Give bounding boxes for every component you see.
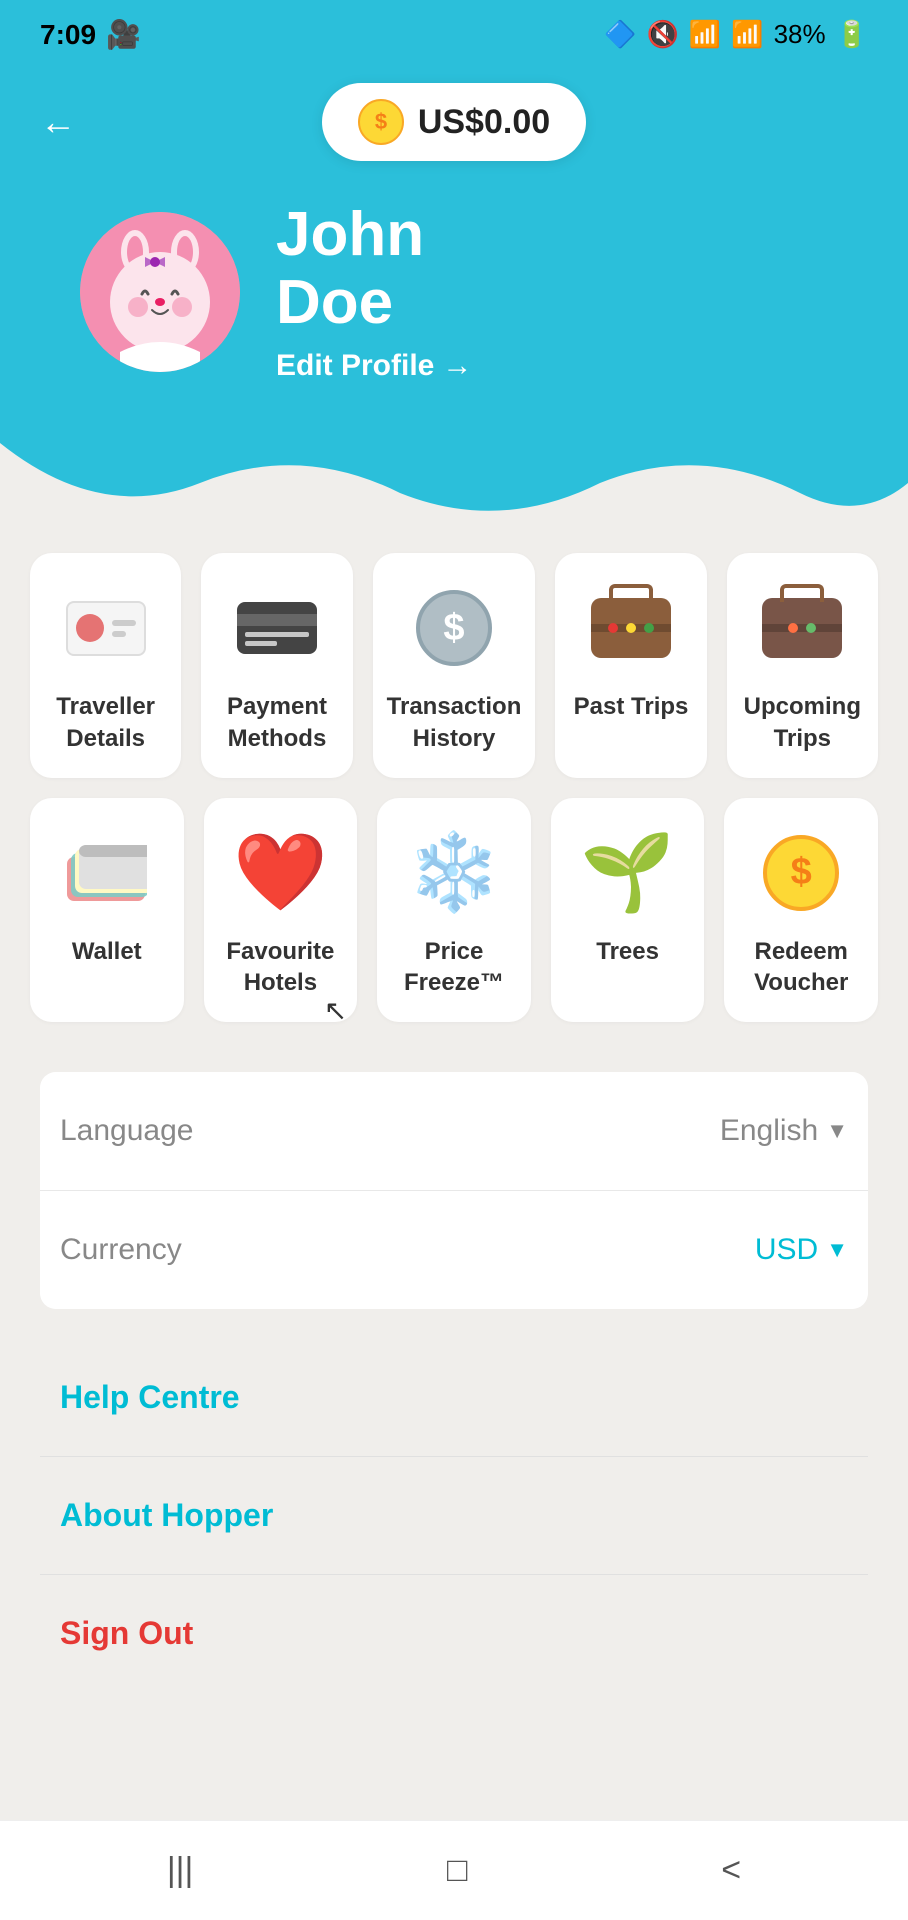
language-dropdown-icon: ▼ bbox=[826, 1118, 848, 1144]
price-freeze-label: PriceFreeze™ bbox=[404, 936, 504, 998]
battery-icon: 🔋 bbox=[836, 19, 868, 50]
upcoming-trips-icon bbox=[757, 583, 847, 673]
past-trips-label: Past Trips bbox=[574, 691, 689, 722]
transaction-history-label: TransactionHistory bbox=[387, 691, 522, 753]
wifi-icon: 📶 bbox=[689, 19, 721, 50]
currency-label: Currency bbox=[60, 1233, 182, 1267]
first-name: John bbox=[276, 200, 424, 269]
price-freeze-icon: ❄️ bbox=[409, 828, 499, 918]
bottom-navigation: ||| □ < bbox=[0, 1820, 908, 1920]
time-display: 7:09 bbox=[40, 19, 96, 51]
wave-divider bbox=[0, 443, 908, 523]
menu-item-payment-methods[interactable]: PaymentMethods bbox=[201, 553, 352, 777]
language-value: English ▼ bbox=[720, 1114, 848, 1148]
edit-profile-label: Edit Profile bbox=[276, 349, 434, 383]
redeem-voucher-icon: $ bbox=[756, 828, 846, 918]
payment-methods-label: PaymentMethods bbox=[227, 691, 327, 753]
menu-grid-row2: Wallet ❤️ FavouriteHotels ❄️ PriceFreeze… bbox=[30, 798, 878, 1022]
coin-icon: $ bbox=[358, 99, 404, 145]
mute-icon: 🔇 bbox=[646, 19, 678, 50]
menu-item-past-trips[interactable]: Past Trips bbox=[555, 553, 706, 777]
menu-item-traveller-details[interactable]: TravellerDetails bbox=[30, 553, 181, 777]
menu-item-upcoming-trips[interactable]: UpcomingTrips bbox=[727, 553, 878, 777]
menu-item-redeem-voucher[interactable]: $ RedeemVoucher bbox=[724, 798, 878, 1022]
menu-item-trees[interactable]: 🌱 Trees bbox=[551, 798, 705, 1022]
wallet-label: Wallet bbox=[72, 936, 142, 967]
about-hopper-link: About Hopper bbox=[60, 1497, 273, 1533]
redeem-voucher-label: RedeemVoucher bbox=[754, 936, 848, 998]
nav-back-icon[interactable]: < bbox=[721, 1851, 741, 1890]
avatar-image bbox=[80, 212, 240, 372]
balance-amount: US$0.00 bbox=[418, 103, 550, 142]
about-hopper-row[interactable]: About Hopper bbox=[40, 1457, 868, 1575]
currency-selected: USD bbox=[755, 1233, 818, 1267]
menu-item-price-freeze[interactable]: ❄️ PriceFreeze™ bbox=[377, 798, 531, 1022]
currency-row[interactable]: Currency USD ▼ bbox=[40, 1191, 868, 1309]
sign-out-link: Sign Out bbox=[60, 1615, 193, 1651]
favourite-hotels-icon: ❤️ bbox=[235, 828, 325, 918]
currency-value: USD ▼ bbox=[755, 1233, 848, 1267]
links-section: Help Centre About Hopper Sign Out bbox=[0, 1319, 908, 1712]
settings-section: Language English ▼ Currency USD ▼ bbox=[0, 1062, 908, 1319]
edit-profile-button[interactable]: Edit Profile → bbox=[276, 349, 472, 383]
nav-menu-icon[interactable]: ||| bbox=[167, 1851, 194, 1890]
profile-name: John Doe bbox=[276, 201, 472, 337]
favourite-hotels-label: FavouriteHotels bbox=[226, 936, 334, 998]
back-button[interactable]: ← bbox=[40, 101, 76, 143]
help-centre-link: Help Centre bbox=[60, 1379, 240, 1415]
upcoming-trips-label: UpcomingTrips bbox=[744, 691, 861, 753]
menu-grid-row1: TravellerDetails PaymentMethods $ bbox=[30, 553, 878, 777]
bluetooth-icon: 🔷 bbox=[604, 19, 636, 50]
header-section: ← $ US$0.00 bbox=[0, 63, 908, 443]
traveller-details-icon bbox=[61, 583, 151, 673]
trees-icon: 🌱 bbox=[583, 828, 673, 918]
profile-section: John Doe Edit Profile → bbox=[40, 201, 868, 443]
sign-out-row[interactable]: Sign Out bbox=[40, 1575, 868, 1692]
traveller-details-label: TravellerDetails bbox=[56, 691, 155, 753]
past-trips-icon bbox=[586, 583, 676, 673]
avatar bbox=[80, 212, 240, 372]
balance-pill[interactable]: $ US$0.00 bbox=[322, 83, 586, 161]
battery-display: 38% bbox=[774, 19, 826, 50]
signal-icon: 📶 bbox=[731, 19, 763, 50]
camera-icon: 🎥 bbox=[106, 18, 141, 51]
status-time: 7:09 🎥 bbox=[40, 18, 141, 51]
trees-label: Trees bbox=[596, 936, 659, 967]
last-name: Doe bbox=[276, 268, 393, 337]
menu-item-favourite-hotels[interactable]: ❤️ FavouriteHotels bbox=[204, 798, 358, 1022]
profile-info: John Doe Edit Profile → bbox=[276, 201, 472, 383]
transaction-history-icon: $ bbox=[409, 583, 499, 673]
language-row[interactable]: Language English ▼ bbox=[40, 1072, 868, 1191]
menu-item-wallet[interactable]: Wallet bbox=[30, 798, 184, 1022]
language-label: Language bbox=[60, 1114, 193, 1148]
back-icon: ← bbox=[40, 101, 76, 142]
menu-item-transaction-history[interactable]: $ TransactionHistory bbox=[373, 553, 536, 777]
wallet-icon bbox=[62, 828, 152, 918]
top-bar: ← $ US$0.00 bbox=[40, 83, 868, 161]
status-bar: 7:09 🎥 🔷 🔇 📶 📶 38% 🔋 bbox=[0, 0, 908, 63]
language-selected: English bbox=[720, 1114, 818, 1148]
currency-dropdown-icon: ▼ bbox=[826, 1237, 848, 1263]
grid-section: TravellerDetails PaymentMethods $ bbox=[0, 523, 908, 1062]
edit-profile-arrow: → bbox=[442, 349, 472, 383]
status-icons: 🔷 🔇 📶 📶 38% 🔋 bbox=[604, 19, 868, 50]
svg-text:$: $ bbox=[375, 109, 387, 134]
payment-methods-icon bbox=[232, 583, 322, 673]
help-centre-row[interactable]: Help Centre bbox=[40, 1339, 868, 1457]
nav-home-icon[interactable]: □ bbox=[447, 1851, 468, 1890]
